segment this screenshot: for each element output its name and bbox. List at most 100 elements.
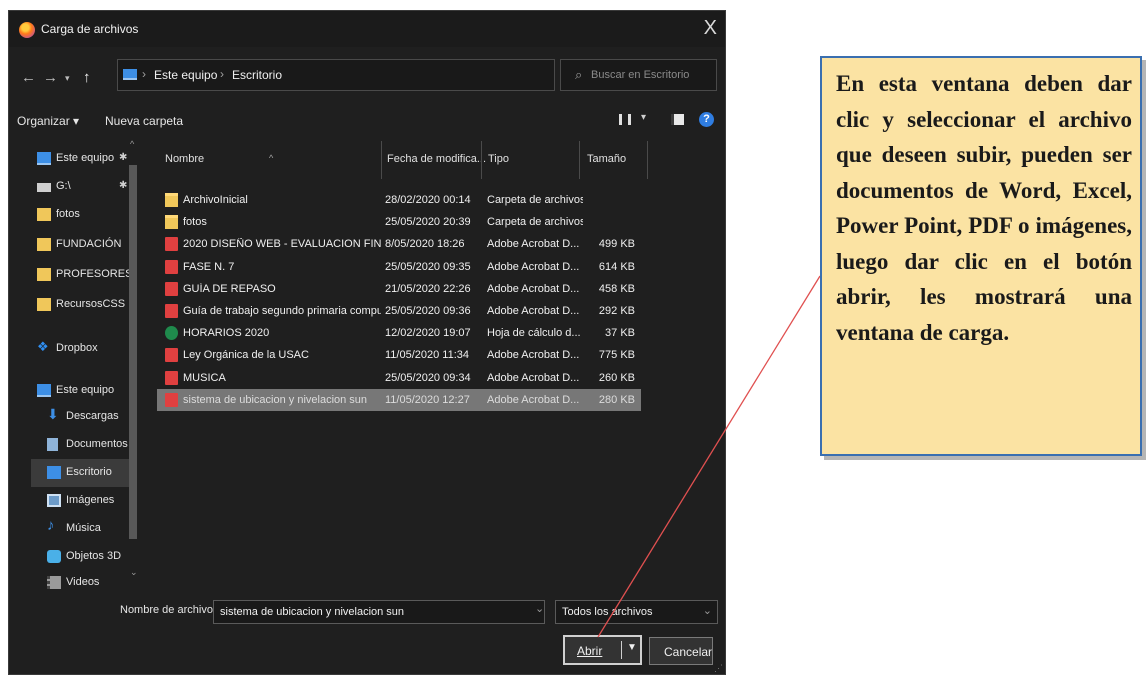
nav-item-label: Objetos 3D — [66, 550, 122, 562]
file-size: 280 KB — [598, 393, 635, 406]
sort-ascending-icon: ^ — [269, 153, 274, 163]
callout-text: En esta ventana deben dar clic y selecci… — [836, 71, 1132, 345]
column-divider[interactable] — [647, 141, 648, 179]
address-bar[interactable]: › Este equipo › Escritorio ⌄ ↻ — [117, 59, 643, 91]
file-name: fotos — [183, 216, 207, 229]
nav-scrollbar-thumb[interactable] — [129, 165, 137, 539]
pdf-icon — [165, 370, 178, 385]
preview-pane-icon[interactable] — [671, 114, 684, 125]
back-arrow-icon[interactable]: ← — [21, 69, 36, 86]
nav-item-label: FUNDACIÓN — [56, 238, 122, 250]
file-type: Adobe Acrobat D... — [487, 260, 580, 273]
search-icon: ⌕ — [575, 67, 583, 82]
spreadsheet-icon — [165, 326, 178, 341]
file-row[interactable]: Ley Orgánica de la USAC 11/05/2020 11:34 A… — [157, 344, 641, 366]
file-type: Adobe Acrobat D... — [487, 282, 580, 295]
file-date: 25/05/2020 09:36 — [385, 305, 471, 317]
resize-grip-icon[interactable]: ⋰ — [714, 663, 723, 674]
file-row[interactable]: FASE N. 7 25/05/2020 09:35 Adobe Acrobat D… — [157, 256, 641, 278]
nav-item-label: Este equipo — [56, 384, 115, 396]
split-divider — [621, 641, 622, 659]
close-button[interactable]: X — [704, 17, 717, 39]
file-type: Hoja de cálculo d... — [487, 327, 581, 340]
nav-item-profesores[interactable]: PROFESORES — [37, 261, 137, 289]
nav-item-fundacion[interactable]: FUNDACIÓN — [37, 231, 137, 259]
nav-item-escritorio[interactable]: Escritorio — [31, 459, 131, 487]
organize-button[interactable]: Organizar ▾ — [17, 114, 79, 128]
file-row[interactable]: 2020 DISEÑO WEB - EVALUACION FINAL 8/05/2… — [157, 233, 641, 255]
pc-icon — [123, 69, 137, 80]
view-options-icon[interactable] — [619, 114, 631, 125]
file-date: 11/05/2020 11:34 — [385, 349, 470, 362]
documents-icon — [47, 438, 58, 451]
download-arrow-icon: ⬇ — [47, 406, 59, 422]
nav-item-label: Documentos — [66, 438, 128, 450]
file-size: 775 KB — [598, 349, 635, 362]
scroll-up-icon[interactable]: ^ — [130, 139, 134, 149]
column-header-size[interactable]: Tamaño — [587, 153, 626, 165]
file-type: Adobe Acrobat D... — [487, 238, 580, 251]
video-film-icon — [47, 576, 61, 589]
view-dropdown-icon[interactable]: ▾ — [641, 112, 646, 123]
file-date: 8/05/2020 18:26 — [385, 238, 465, 251]
search-box[interactable]: ⌕ Buscar en Escritorio — [560, 59, 717, 91]
help-icon[interactable]: ? — [699, 112, 714, 127]
file-date: 11/05/2020 12:27 — [385, 393, 470, 406]
open-button[interactable]: Abrir ▼ — [563, 635, 642, 665]
file-type-filter-label: Todos los archivos — [562, 606, 653, 618]
column-header-type[interactable]: Tipo — [488, 153, 509, 165]
open-dropdown-icon[interactable]: ▼ — [627, 642, 637, 653]
pdf-icon — [165, 237, 178, 252]
pdf-icon — [165, 392, 178, 407]
file-type: Carpeta de archivos — [487, 194, 583, 206]
column-header-name[interactable]: Nombre — [165, 153, 204, 165]
file-list: ^ Nombre Fecha de modifica... Tipo Tamañ… — [151, 139, 725, 591]
file-row[interactable]: GUÍA DE REPASO 21/05/2020 22:26 Adobe Acro… — [157, 278, 641, 300]
column-header-date[interactable]: Fecha de modifica... — [387, 153, 486, 165]
nav-item-este-equipo-2[interactable]: Este equipo — [37, 377, 137, 405]
file-name: HORARIOS 2020 — [183, 327, 270, 340]
nav-item-fotos[interactable]: fotos — [37, 201, 137, 229]
breadcrumb-este-equipo[interactable]: Este equipo — [154, 68, 217, 82]
folder-icon — [165, 193, 178, 207]
folder-icon — [37, 238, 51, 251]
nav-item-label: Dropbox — [56, 342, 98, 354]
file-row[interactable]: fotos 25/05/2020 20:39 Carpeta de archivos — [157, 211, 641, 233]
file-name: Guía de trabajo segundo primaria compu..… — [183, 305, 381, 317]
cancel-button[interactable]: Cancelar — [649, 637, 713, 665]
file-type: Adobe Acrobat D... — [487, 371, 580, 384]
filename-dropdown-icon[interactable]: ⌄ — [535, 602, 544, 615]
file-row[interactable]: HORARIOS 2020 12/02/2020 19:07 Hoja de cál… — [157, 322, 641, 344]
pdf-icon — [165, 259, 178, 274]
nav-item-recursoscss[interactable]: RecursosCSS — [37, 291, 137, 319]
title-bar: Carga de archivos X — [9, 11, 725, 47]
file-type-filter[interactable]: Todos los archivos ⌄ — [555, 600, 718, 624]
up-arrow-icon[interactable]: ↑ — [83, 69, 91, 86]
pc-icon — [37, 384, 51, 397]
nav-item-este-equipo[interactable]: Este equipo ✱ — [37, 145, 137, 173]
recent-dropdown-icon[interactable]: ▾ — [65, 73, 70, 84]
column-divider[interactable] — [381, 141, 382, 179]
nav-item-drive-g[interactable]: G:\ ✱ — [37, 173, 137, 201]
forward-arrow-icon[interactable]: → — [43, 69, 58, 86]
new-folder-button[interactable]: Nueva carpeta — [105, 114, 183, 128]
file-row[interactable]: MUSICA 25/05/2020 09:34 Adobe Acrobat D...… — [157, 367, 641, 389]
column-divider[interactable] — [579, 141, 580, 179]
filename-input[interactable] — [213, 600, 545, 624]
file-row[interactable]: Guía de trabajo segundo primaria compu..… — [157, 300, 641, 322]
file-size: 458 KB — [598, 282, 635, 295]
file-type: Adobe Acrobat D... — [487, 305, 580, 317]
nav-item-dropbox[interactable]: ❖ Dropbox — [37, 335, 137, 363]
scroll-down-icon[interactable]: ⌄ — [130, 567, 138, 578]
file-size: 614 KB — [598, 260, 635, 273]
open-button-label: Abrir — [577, 644, 603, 658]
pdf-icon — [165, 348, 178, 363]
file-row[interactable]: ArchivoInicial 28/02/2020 00:14 Carpeta de… — [157, 189, 641, 211]
file-row[interactable]: sistema de ubicacion y nivelacion sun 11/… — [157, 388, 641, 411]
column-divider[interactable] — [481, 141, 482, 179]
pin-icon: ✱ — [119, 180, 128, 191]
breadcrumb-escritorio[interactable]: Escritorio — [232, 68, 282, 82]
nav-item-label: RecursosCSS — [56, 298, 126, 310]
file-name: ArchivoInicial — [183, 194, 248, 206]
file-date: 25/05/2020 09:35 — [385, 260, 471, 273]
